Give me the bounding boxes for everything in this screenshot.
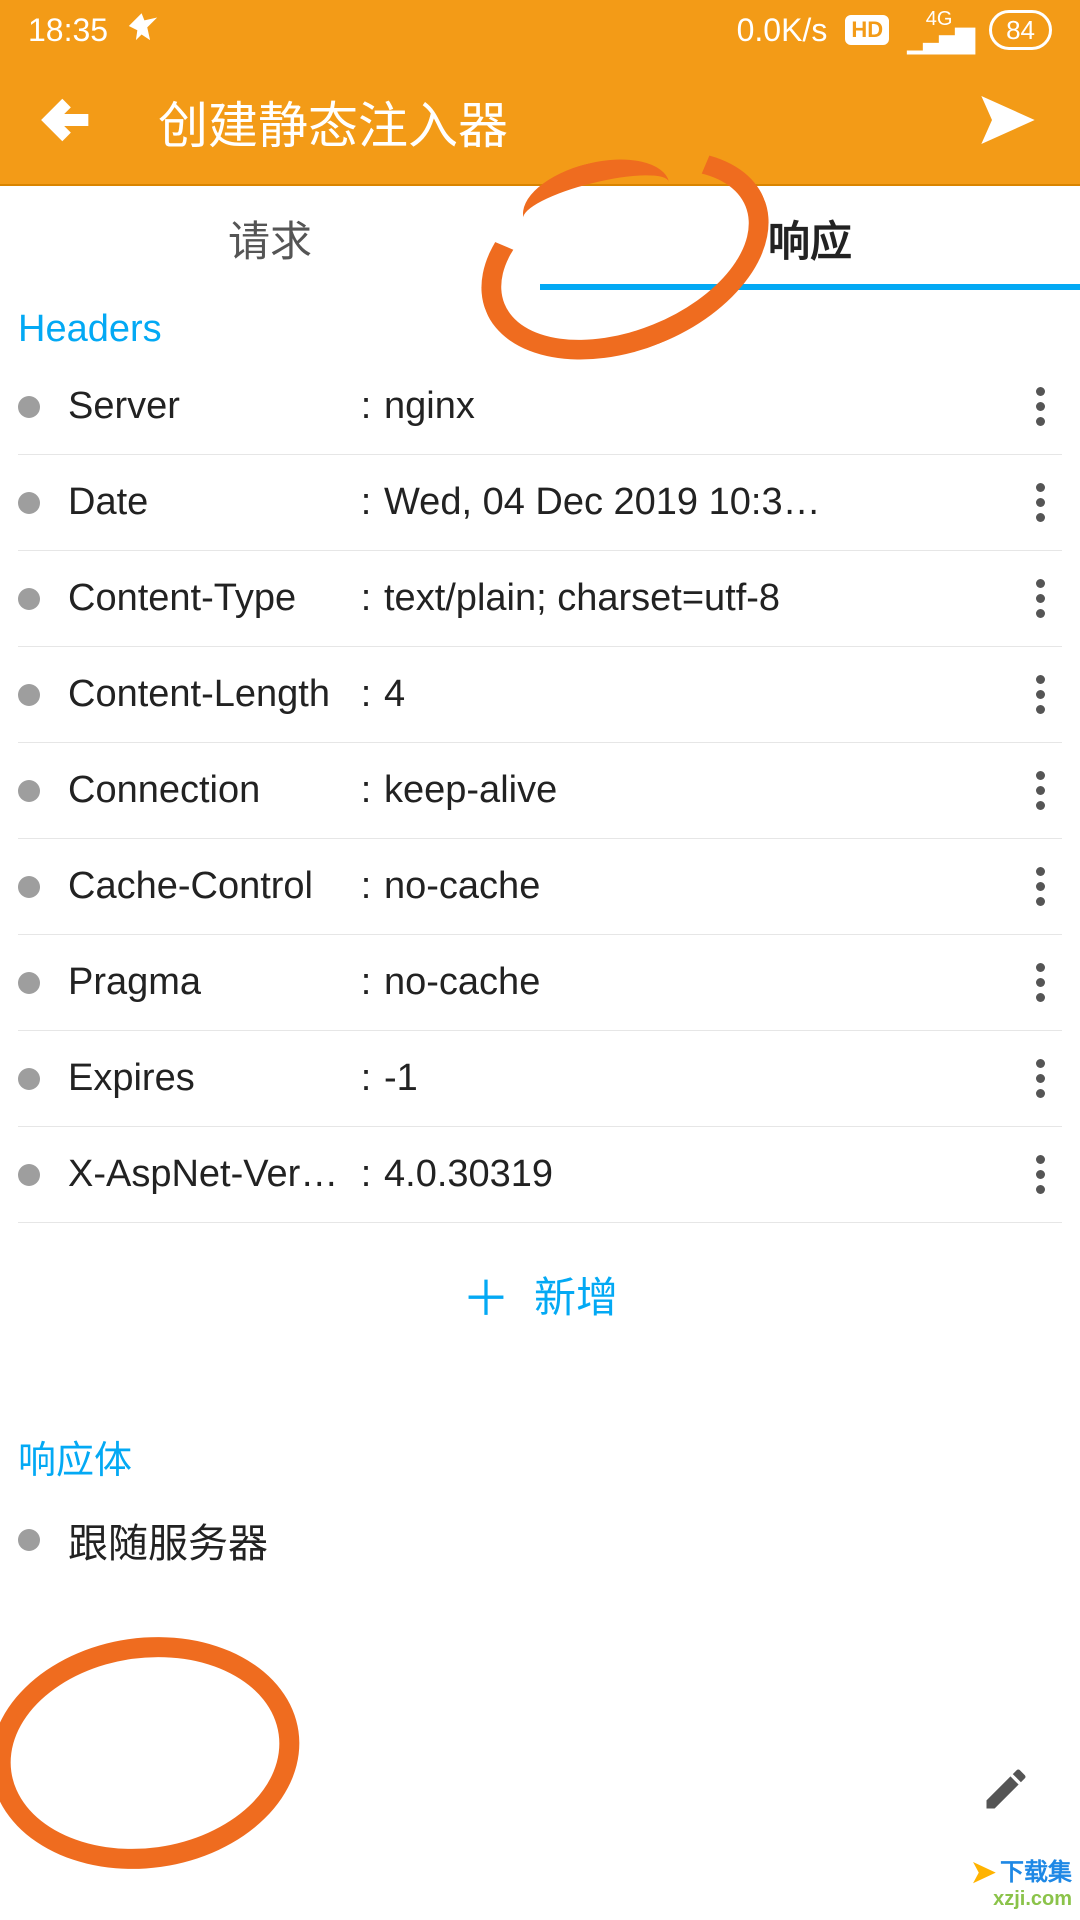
header-key: Connection — [68, 769, 348, 812]
tab-request[interactable]: 请求 — [0, 186, 540, 290]
colon: : — [348, 1153, 384, 1196]
header-key: Server — [68, 385, 348, 428]
headers-section-label: Headers — [0, 290, 1080, 359]
header-key: X-AspNet-Ver… — [68, 1153, 348, 1196]
dot-icon — [18, 492, 40, 514]
back-icon[interactable] — [40, 91, 98, 154]
tab-response-label: 响应 — [768, 208, 852, 269]
dot-icon — [18, 1164, 40, 1186]
dot-icon — [18, 588, 40, 610]
header-value: text/plain; charset=utf-8 — [384, 577, 1018, 620]
dot-icon — [18, 876, 40, 898]
hd-icon: HD — [845, 15, 889, 45]
header-row[interactable]: Connection:keep-alive — [18, 743, 1062, 839]
bird-icon — [126, 9, 160, 51]
header-key: Date — [68, 481, 348, 524]
app-bar: 创建静态注入器 — [0, 60, 1080, 184]
header-row[interactable]: Pragma:no-cache — [18, 935, 1062, 1031]
annotation-circle-response-body — [0, 1618, 314, 1889]
headers-list: Server:nginxDate:Wed, 04 Dec 2019 10:3…C… — [0, 359, 1080, 1223]
header-value: no-cache — [384, 865, 1018, 908]
tab-response[interactable]: 响应 — [540, 186, 1080, 290]
header-key: Cache-Control — [68, 865, 348, 908]
more-icon[interactable] — [1018, 963, 1062, 1002]
header-value: -1 — [384, 1057, 1018, 1100]
header-row[interactable]: Content-Length:4 — [18, 647, 1062, 743]
more-icon[interactable] — [1018, 867, 1062, 906]
response-body-row[interactable]: 跟随服务器 — [18, 1492, 1062, 1588]
header-row[interactable]: Cache-Control:no-cache — [18, 839, 1062, 935]
more-icon[interactable] — [1018, 483, 1062, 522]
colon: : — [348, 961, 384, 1004]
status-bar: 18:35 0.0K/s HD 4G▁▃▅▇ 84 — [0, 0, 1080, 60]
battery-icon: 84 — [989, 10, 1052, 50]
add-header-button[interactable]: ＋ 新增 — [0, 1223, 1080, 1377]
status-time: 18:35 — [28, 12, 108, 49]
dot-icon — [18, 1068, 40, 1090]
watermark: ➤下载集 xzji.com — [971, 1860, 1072, 1912]
header-value: keep-alive — [384, 769, 1018, 812]
dot-icon — [18, 396, 40, 418]
header-row[interactable]: Server:nginx — [18, 359, 1062, 455]
colon: : — [348, 865, 384, 908]
dot-icon — [18, 1529, 40, 1551]
more-icon[interactable] — [1018, 771, 1062, 810]
page-title: 创建静态注入器 — [158, 86, 976, 158]
response-body-value: 跟随服务器 — [68, 1511, 268, 1569]
header-key: Content-Length — [68, 673, 348, 716]
dot-icon — [18, 780, 40, 802]
header-row[interactable]: Date:Wed, 04 Dec 2019 10:3… — [18, 455, 1062, 551]
header-value: nginx — [384, 385, 1018, 428]
more-icon[interactable] — [1018, 1059, 1062, 1098]
more-icon[interactable] — [1018, 579, 1062, 618]
header-row[interactable]: X-AspNet-Ver…:4.0.30319 — [18, 1127, 1062, 1223]
more-icon[interactable] — [1018, 1155, 1062, 1194]
status-net-speed: 0.0K/s — [737, 12, 828, 49]
header-value: no-cache — [384, 961, 1018, 1004]
body-section-label: 响应体 — [0, 1377, 1080, 1492]
send-icon[interactable] — [976, 88, 1040, 157]
colon: : — [348, 673, 384, 716]
colon: : — [348, 1057, 384, 1100]
header-value: 4.0.30319 — [384, 1153, 1018, 1196]
header-value: 4 — [384, 673, 1018, 716]
dot-icon — [18, 972, 40, 994]
colon: : — [348, 769, 384, 812]
edit-icon[interactable] — [980, 1763, 1032, 1820]
more-icon[interactable] — [1018, 675, 1062, 714]
header-row[interactable]: Expires:-1 — [18, 1031, 1062, 1127]
colon: : — [348, 481, 384, 524]
header-key: Expires — [68, 1057, 348, 1100]
colon: : — [348, 577, 384, 620]
tabs: 请求 响应 — [0, 186, 1080, 290]
plus-icon: ＋ — [462, 1259, 510, 1329]
header-key: Pragma — [68, 961, 348, 1004]
tab-request-label: 请求 — [228, 208, 312, 269]
header-row[interactable]: Content-Type:text/plain; charset=utf-8 — [18, 551, 1062, 647]
signal-icon: 4G▁▃▅▇ — [907, 9, 971, 52]
header-value: Wed, 04 Dec 2019 10:3… — [384, 481, 1018, 524]
header-key: Content-Type — [68, 577, 348, 620]
more-icon[interactable] — [1018, 387, 1062, 426]
add-header-label: 新增 — [534, 1264, 618, 1325]
colon: : — [348, 385, 384, 428]
dot-icon — [18, 684, 40, 706]
